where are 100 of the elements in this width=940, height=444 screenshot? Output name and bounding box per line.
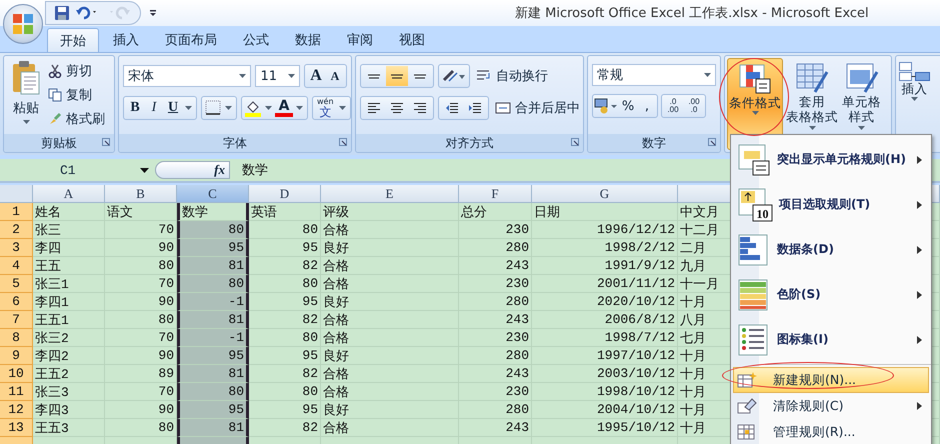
row-header[interactable]: 12 [0,401,33,419]
row-header[interactable]: 4 [0,257,33,275]
table-cell: -1 [177,293,249,311]
table-cell: 李四 [33,239,105,257]
dropdown-arrow-icon [704,73,711,77]
table-cell: 80 [249,275,321,293]
dropdown-arrow-icon [22,120,30,124]
ribbon-tab[interactable]: 数据 [283,28,333,52]
table-cell: 243 [459,365,532,383]
table-cell: 良好 [321,347,459,365]
ribbon-tab[interactable]: 公式 [231,28,281,52]
table-cell: 2020/10/12 [532,293,678,311]
dialog-launcher-icon[interactable] [708,138,716,146]
grow-font-button[interactable]: A [307,66,325,86]
copy-icon [48,88,62,102]
decimal-button[interactable]: .0 .00 [663,96,683,116]
merge-center-button[interactable]: 合并后居中 [495,97,583,119]
decimal-button[interactable]: .00 .0 [684,96,704,116]
table-cell: 2001/11/12 [532,275,678,293]
column-header[interactable]: F [459,185,532,203]
table-cell: 80 [177,383,249,401]
column-header[interactable]: E [321,185,459,203]
column-header[interactable]: B [105,185,177,203]
column-header[interactable]: D [249,185,321,203]
orientation-icon[interactable] [441,68,467,84]
row-header[interactable]: 11 [0,383,33,401]
table-cell: 良好 [321,293,459,311]
ribbon-tab[interactable]: 视图 [387,28,437,52]
row-header[interactable]: 6 [0,293,33,311]
percent-button[interactable]: % [619,96,637,116]
dropdown-arrow-icon[interactable] [265,106,272,110]
row-header[interactable]: 8 [0,329,33,347]
row-header[interactable]: 9 [0,347,33,365]
insert-cells-icon [899,62,930,81]
ribbon-tab[interactable]: 插入 [101,28,151,52]
brush-icon [48,112,62,126]
font-color-button[interactable]: A [275,99,293,117]
dialog-launcher-icon[interactable] [102,138,110,146]
table-cell: 230 [459,275,532,293]
indent-icon [445,102,459,114]
table-cell: 230 [459,383,532,401]
row-header[interactable]: 7 [0,311,33,329]
formula-input-field[interactable]: 数学 [230,159,710,181]
save-icon[interactable] [54,5,70,21]
table-cell: 合格 [321,221,459,239]
indent-icon [468,102,482,114]
customize-icon[interactable] [149,9,157,17]
brush-button[interactable]: 格式刷 [48,108,105,130]
dropdown-arrow-icon[interactable] [225,106,232,110]
vertical-align-button[interactable] [386,66,408,86]
number-format-field[interactable]: 常规 [592,64,716,86]
table-cell: 2006/8/12 [532,311,678,329]
dropdown-arrow-icon[interactable] [296,106,303,110]
table-cell: 230 [459,221,532,239]
comma-button[interactable]: , [638,96,656,116]
border-icon[interactable] [204,100,222,116]
italic-button[interactable]: I [145,98,163,118]
column-header[interactable]: G [532,185,678,203]
row-header[interactable]: 10 [0,365,33,383]
dialog-launcher-icon[interactable] [339,138,347,146]
row-header[interactable]: 5 [0,275,33,293]
row-header[interactable]: 3 [0,239,33,257]
align-icon [367,102,381,114]
phonetic-button[interactable]: wén 文 [315,98,336,118]
column-header[interactable]: A [33,185,105,203]
paste-button[interactable]: 粘贴 [8,60,44,134]
table-cell: 合格 [321,257,459,275]
table-cell: 姓名 [33,203,105,221]
font-name-field[interactable]: 宋体 [123,65,252,87]
name-box[interactable]: C1 [0,159,155,181]
formula-function-button[interactable]: fx [155,161,230,179]
table-cell: 80 [249,221,321,239]
ribbon-tab[interactable]: 审阅 [335,28,385,52]
dialog-launcher-icon[interactable] [571,138,579,146]
cut-button[interactable]: 剪切 [48,60,105,82]
dropdown-arrow-icon[interactable] [185,106,192,110]
bold-button[interactable]: B [126,98,144,118]
align-icon [367,74,381,78]
office-button[interactable] [3,4,43,44]
wrap-text-button[interactable]: 自动换行 [476,65,548,87]
dropdown-arrow-icon[interactable] [338,106,346,110]
copy-button[interactable]: 复制 [48,84,105,106]
ribbon-tab[interactable]: 页面布局 [153,28,229,52]
cell-brush-icon [844,62,878,94]
font-size-field[interactable]: 11 [255,65,300,87]
menu-item[interactable]: 新建规则(N)... [733,367,929,393]
window-title: 新建 Microsoft Office Excel 工作表.xlsx - Microsoft Excel [515,5,869,22]
table-cell: 82 [249,419,321,437]
group-label: 数字 [642,134,666,152]
underline-button[interactable]: U [164,98,182,118]
currency-icon[interactable] [594,97,618,115]
row-header[interactable]: 13 [0,419,33,437]
shrink-font-button[interactable]: A [326,66,344,86]
row-header[interactable]: 1 [0,203,33,221]
column-header[interactable]: C [177,185,249,203]
ribbon-tab[interactable]: 开始 [47,28,99,52]
fill-color-icon[interactable] [244,99,262,117]
table-cell: 81 [177,257,249,275]
table-cell: 合格 [321,365,459,383]
row-header[interactable]: 2 [0,221,33,239]
